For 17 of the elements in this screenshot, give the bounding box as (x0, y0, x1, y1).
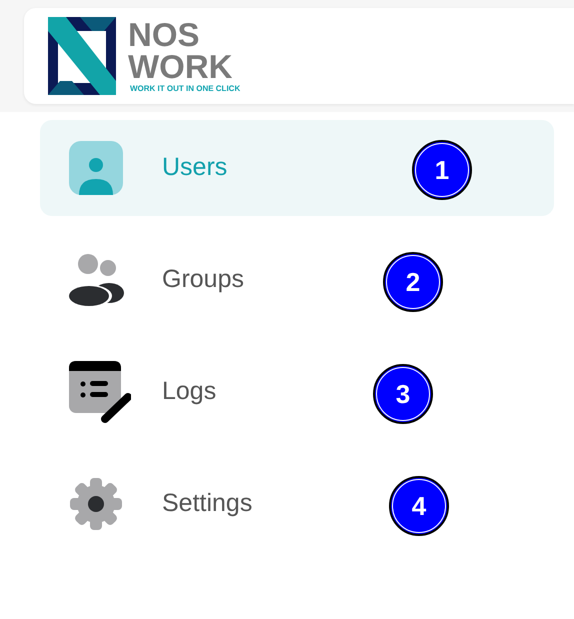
people-icon (69, 253, 125, 307)
menu-item[interactable]: Users 1 (40, 120, 554, 216)
menu-label: Users (162, 152, 228, 184)
logo-icon (48, 17, 116, 95)
menu-label: Groups (162, 264, 244, 296)
number-badge: 2 (383, 252, 443, 312)
settings-icon (69, 477, 123, 531)
number-badge: 4 (389, 476, 449, 536)
number-badge: 3 (373, 364, 433, 424)
user-icon (69, 141, 123, 195)
number-badge: 1 (412, 140, 472, 200)
tagline: WORK IT OUT IN ONE CLICK (130, 84, 240, 92)
menu-label: Logs (162, 376, 216, 408)
logo-text: WORK (128, 50, 234, 84)
logo-text: NOS (128, 20, 201, 50)
menu-label: Settings (162, 488, 252, 520)
list-edit-icon (69, 361, 131, 423)
